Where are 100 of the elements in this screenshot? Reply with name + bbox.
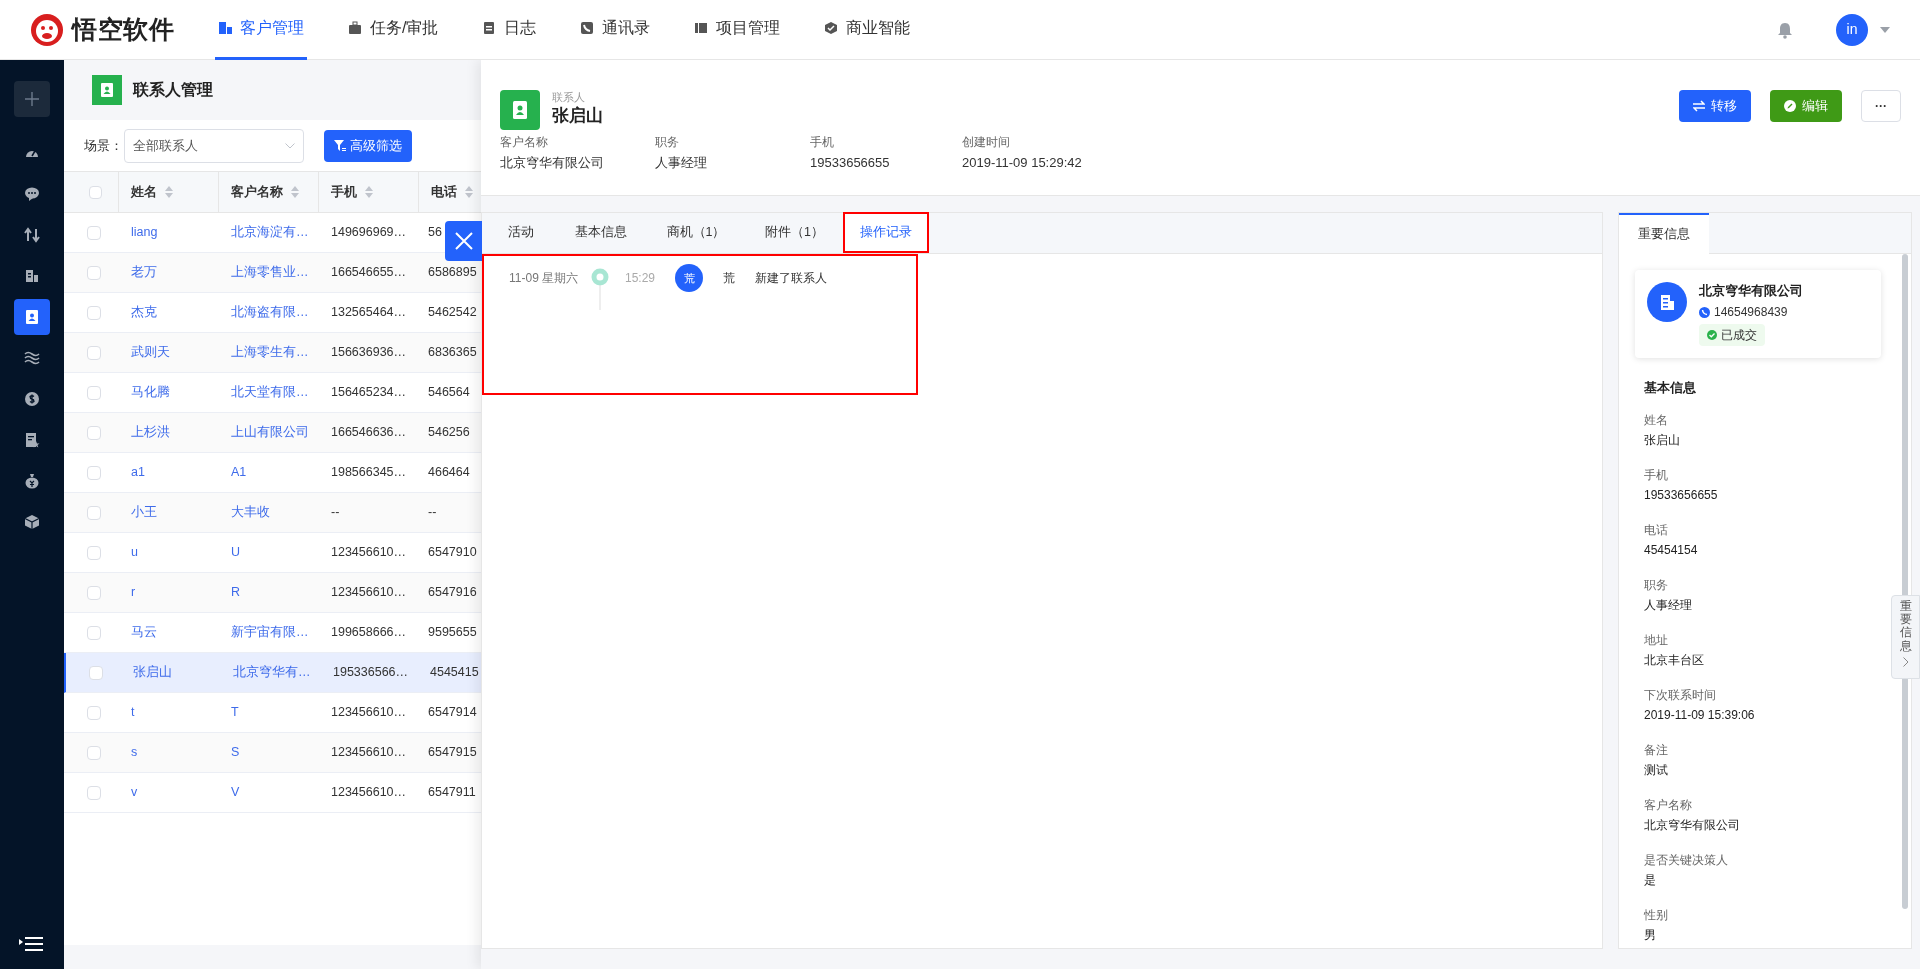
column-header[interactable]: 客户名称 (231, 182, 283, 202)
document-star-icon (24, 432, 40, 448)
row-checkbox[interactable] (87, 385, 101, 400)
info-tab[interactable]: 重要信息 (1619, 213, 1709, 254)
select-all-checkbox[interactable] (89, 185, 102, 199)
column-header[interactable]: 电话 (431, 182, 457, 202)
customer-name-link[interactable]: 上海零生有… (231, 345, 309, 360)
more-button[interactable]: ··· (1861, 90, 1901, 122)
caret-down-icon[interactable] (1880, 26, 1890, 33)
briefcase-icon (348, 21, 362, 35)
contact-name-link[interactable]: u (131, 545, 138, 560)
table-row[interactable]: 老万 上海零售业… 166546655… 6586895 (64, 253, 484, 293)
contact-name-link[interactable]: 马云 (131, 625, 157, 640)
contact-name-link[interactable]: 小王 (131, 505, 157, 520)
nav-tab[interactable]: 日志 (479, 0, 540, 60)
contact-name-link[interactable]: 上杉洪 (131, 425, 170, 440)
table-row[interactable]: s S 123456610… 6547915 (64, 733, 484, 773)
field-label: 手机 (810, 134, 835, 151)
advanced-filter-button[interactable]: 高级筛选 (324, 129, 412, 162)
close-button[interactable] (445, 221, 482, 261)
customer-name-link[interactable]: T (231, 705, 239, 720)
row-checkbox[interactable] (87, 465, 101, 480)
table-row[interactable]: 张启山 北京穹华有… 195336566… 4545415 (64, 653, 484, 693)
building-icon (218, 21, 232, 35)
detail-tab[interactable]: 活动 (486, 212, 556, 253)
detail-tab[interactable]: 商机（1） (646, 212, 746, 253)
customer-name-link[interactable]: A1 (231, 465, 247, 480)
contact-name-link[interactable]: 马化腾 (131, 385, 170, 400)
contact-card-icon (510, 100, 530, 120)
row-checkbox[interactable] (87, 785, 101, 800)
sort-icon[interactable] (291, 186, 299, 198)
section-title: 基本信息 (1643, 379, 1697, 397)
contact-name-link[interactable]: a1 (131, 465, 145, 480)
field-value: 张启山 (1644, 431, 1681, 449)
detail-tab[interactable]: 基本信息 (556, 212, 646, 253)
customer-name-link[interactable]: R (231, 585, 241, 600)
contact-name-link[interactable]: v (131, 785, 138, 800)
contact-name-link[interactable]: liang (131, 225, 158, 240)
customer-name-link[interactable]: S (231, 745, 240, 760)
row-checkbox[interactable] (87, 305, 101, 320)
nav-tab[interactable]: 项目管理 (691, 0, 784, 60)
money-bag-icon (24, 473, 40, 489)
side-handle[interactable]: 重要信息 (1891, 595, 1920, 679)
customer-name-link[interactable]: 北天堂有限… (231, 385, 309, 400)
customer-name-link[interactable]: 北京海淀有… (231, 225, 309, 240)
row-checkbox[interactable] (87, 545, 101, 560)
contact-name-link[interactable]: r (131, 585, 136, 600)
contact-name-link[interactable]: 老万 (131, 265, 157, 280)
nav-tab[interactable]: 通讯录 (577, 0, 654, 60)
nav-tab[interactable]: 商业智能 (821, 0, 914, 60)
contact-name-link[interactable]: t (131, 705, 135, 720)
row-checkbox[interactable] (87, 705, 101, 720)
table-row[interactable]: 武则天 上海零生有… 156636936… 6836365 (64, 333, 484, 373)
detail-tab[interactable]: 附件（1） (746, 212, 843, 253)
customer-name-link[interactable]: V (231, 785, 240, 800)
customer-name-link[interactable]: 北海盗有限… (231, 305, 309, 320)
bell-icon[interactable] (1776, 20, 1794, 39)
contact-card-icon (99, 82, 115, 98)
row-checkbox[interactable] (87, 625, 101, 640)
table-row[interactable]: 小王 大丰收 -- -- (64, 493, 484, 533)
row-checkbox[interactable] (87, 745, 101, 760)
detail-tab[interactable]: 操作记录 (843, 212, 929, 253)
sort-icon[interactable] (165, 186, 173, 198)
sidebar-item[interactable] (14, 299, 50, 335)
row-checkbox[interactable] (87, 265, 101, 280)
row-checkbox[interactable] (87, 345, 101, 360)
table-row[interactable]: r R 123456610… 6547916 (64, 573, 484, 613)
nav-tab[interactable]: 任务/审批 (345, 0, 442, 60)
transfer-button[interactable]: 转移 (1679, 90, 1751, 122)
contact-name-link[interactable]: 武则天 (131, 345, 170, 360)
collapse-menu-icon[interactable] (19, 937, 43, 951)
column-header[interactable]: 姓名 (131, 182, 157, 202)
customer-name-link[interactable]: 上山有限公司 (231, 425, 309, 440)
sort-icon[interactable] (465, 186, 473, 198)
scene-select[interactable]: 全部联系人 (124, 128, 304, 163)
contact-name-link[interactable]: 杰克 (131, 305, 157, 320)
customer-name-link[interactable]: 新宇宙有限… (231, 625, 309, 640)
customer-name-link[interactable]: U (231, 545, 241, 560)
table-cell: 9595655 (428, 625, 477, 640)
customer-name-link[interactable]: 大丰收 (231, 505, 270, 520)
row-checkbox[interactable] (89, 665, 103, 680)
user-avatar[interactable]: in (1836, 13, 1868, 46)
contact-name-link[interactable]: 张启山 (133, 665, 172, 680)
row-checkbox[interactable] (87, 585, 101, 600)
row-checkbox[interactable] (87, 505, 101, 520)
edit-button[interactable]: 编辑 (1770, 90, 1842, 122)
plus-icon (24, 91, 40, 107)
sort-icon[interactable] (365, 186, 373, 198)
chevron-right-icon (1902, 656, 1909, 667)
customer-name-link[interactable]: 北京穹华有… (233, 665, 311, 680)
table-row[interactable]: 上杉洪 上山有限公司 166546636… 546256 (64, 413, 484, 453)
table-cell: 166546636… (331, 425, 407, 440)
contact-name-link[interactable]: s (131, 745, 138, 760)
field-label: 姓名 (1644, 411, 1669, 429)
row-checkbox[interactable] (87, 425, 101, 440)
log-user: 荒 (723, 270, 736, 287)
row-checkbox[interactable] (87, 225, 101, 240)
customer-name-link[interactable]: 上海零售业… (231, 265, 309, 280)
column-header[interactable]: 手机 (331, 182, 357, 202)
add-button[interactable] (14, 81, 50, 117)
